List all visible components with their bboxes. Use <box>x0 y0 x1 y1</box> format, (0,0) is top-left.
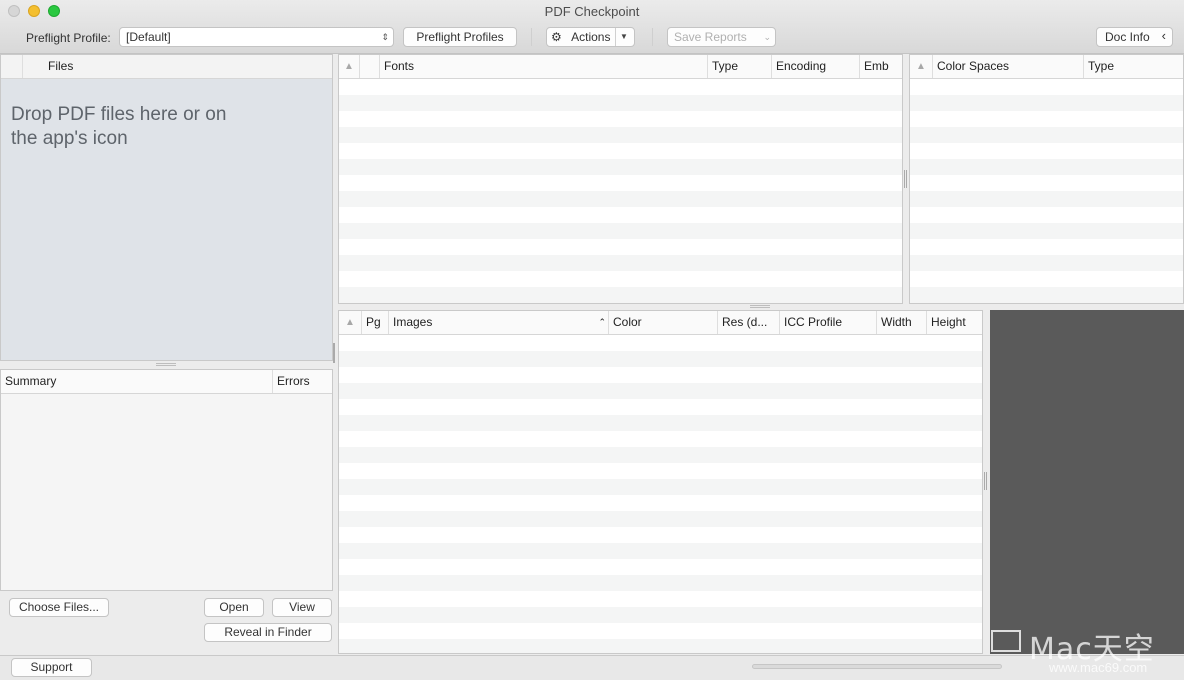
warning-icon: ▲ <box>916 61 926 72</box>
files-panel[interactable]: Files Drop PDF files here or on the app'… <box>0 54 333 361</box>
preflight-profiles-button[interactable]: Preflight Profiles <box>403 27 517 47</box>
warning-icon: ▲ <box>344 61 354 72</box>
fonts-column-header[interactable]: Fonts <box>379 55 707 78</box>
errors-column-header[interactable]: Errors <box>272 370 332 393</box>
support-button[interactable]: Support <box>11 658 92 677</box>
reveal-in-finder-button[interactable]: Reveal in Finder <box>204 623 332 642</box>
actions-button[interactable]: ⚙ Actions ▼ <box>546 27 635 47</box>
summary-column-header[interactable]: Summary <box>1 370 272 393</box>
files-column-header[interactable]: Files <box>22 55 322 78</box>
icc-profile-column-header[interactable]: ICC Profile <box>779 311 876 334</box>
summary-panel[interactable]: Summary Errors <box>0 369 333 591</box>
images-header: ▲ Pg Images ⌃ Color Res (d... ICC Profil… <box>339 311 982 335</box>
choose-files-button[interactable]: Choose Files... <box>9 598 109 617</box>
preview-pane <box>990 310 1184 654</box>
images-table[interactable]: ▲ Pg Images ⌃ Color Res (d... ICC Profil… <box>338 310 983 654</box>
doc-info-button[interactable]: Doc Info ‹ <box>1096 27 1173 47</box>
encoding-column-header[interactable]: Encoding <box>771 55 859 78</box>
drop-hint: Drop PDF files here or on the app's icon <box>11 103 226 151</box>
chevron-down-icon: ⌄ <box>763 32 771 42</box>
emb-column-header[interactable]: Emb <box>859 55 904 78</box>
files-header: Files <box>1 55 332 79</box>
color-column-header[interactable]: Color <box>608 311 717 334</box>
color-type-column-header[interactable]: Type <box>1083 55 1183 78</box>
images-rows <box>339 335 982 653</box>
actions-divider <box>615 28 616 46</box>
monitor-icon <box>991 630 1021 652</box>
split-handle[interactable] <box>156 363 176 364</box>
doc-info-label: Doc Info <box>1105 30 1150 44</box>
open-button[interactable]: Open <box>204 598 264 617</box>
drop-hint-line2: the app's icon <box>11 128 128 149</box>
sort-ascending-icon: ⌃ <box>598 317 606 327</box>
warning-icon: ▲ <box>345 317 355 328</box>
fonts-flag-column[interactable] <box>359 55 379 78</box>
color-spaces-table[interactable]: ▲ Color Spaces Type <box>909 54 1184 304</box>
window-title: PDF Checkpoint <box>544 4 640 19</box>
watermark: Mac天空 www.mac69.com <box>985 622 1181 680</box>
summary-header: Summary Errors <box>1 370 332 394</box>
vertical-split-handle[interactable] <box>333 343 335 363</box>
gear-icon: ⚙ <box>551 30 562 44</box>
split-handle[interactable] <box>156 365 176 366</box>
fonts-table[interactable]: ▲ Fonts Type Encoding Emb <box>338 54 903 304</box>
preflight-profile-value: [Default] <box>126 30 171 44</box>
res-column-header[interactable]: Res (d... <box>717 311 779 334</box>
preflight-profile-label: Preflight Profile: <box>26 31 111 45</box>
width-column-header[interactable]: Width <box>876 311 926 334</box>
type-column-header[interactable]: Type <box>707 55 771 78</box>
images-column-header[interactable]: Images ⌃ <box>388 311 608 334</box>
height-column-header[interactable]: Height <box>926 311 982 334</box>
updown-chevron-icon: ⇕ <box>381 32 389 42</box>
drop-hint-line1: Drop PDF files here or on <box>11 104 227 125</box>
watermark-url: www.mac69.com <box>1049 660 1148 675</box>
dropdown-arrow-icon[interactable]: ▼ <box>620 28 628 46</box>
fonts-header: ▲ Fonts Type Encoding Emb <box>339 55 902 79</box>
progress-bar <box>752 664 1002 669</box>
vertical-split-handle[interactable] <box>904 170 907 188</box>
toolbar-separator <box>531 28 532 46</box>
save-reports-label: Save Reports <box>674 30 747 44</box>
preflight-profile-select[interactable]: [Default] ⇕ <box>119 27 394 47</box>
chevron-left-icon: ‹ <box>1161 28 1166 43</box>
pg-column-header[interactable]: Pg <box>361 311 388 334</box>
fonts-rows <box>339 79 902 303</box>
vertical-split-handle[interactable] <box>984 472 987 490</box>
view-button[interactable]: View <box>272 598 332 617</box>
toolbar-separator <box>652 28 653 46</box>
split-handle[interactable] <box>750 307 770 308</box>
images-column-label: Images <box>393 315 433 329</box>
color-spaces-column-header[interactable]: Color Spaces <box>932 55 1083 78</box>
save-reports-button[interactable]: Save Reports ⌄ <box>667 27 776 47</box>
color-spaces-rows <box>910 79 1183 303</box>
split-handle[interactable] <box>750 305 770 306</box>
actions-label: Actions <box>571 30 611 44</box>
color-spaces-header: ▲ Color Spaces Type <box>910 55 1183 79</box>
